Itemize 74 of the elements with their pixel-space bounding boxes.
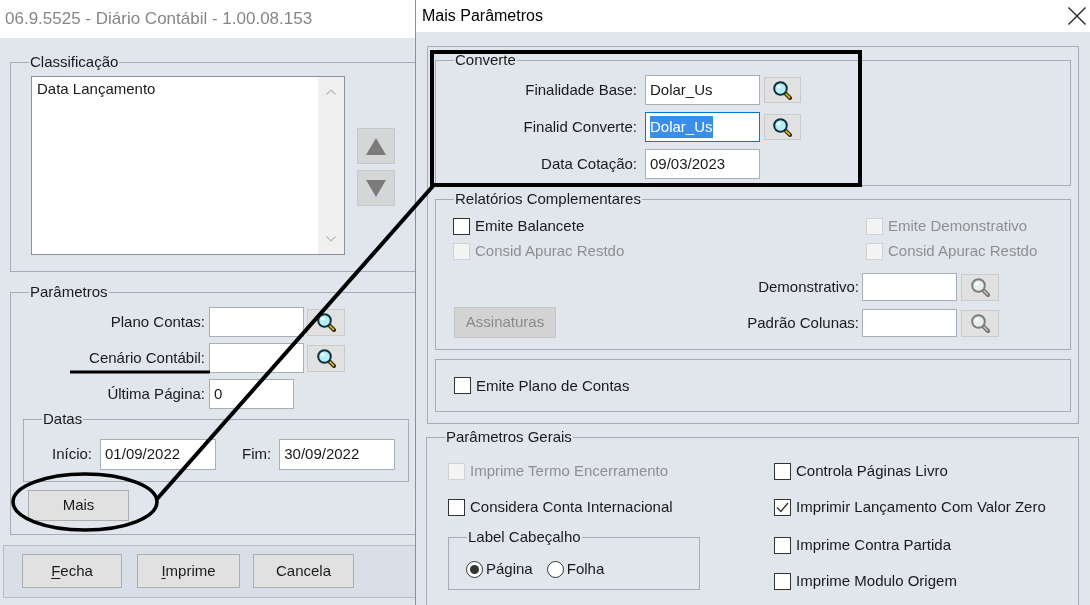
checkbox[interactable]	[774, 498, 791, 516]
field-label: Última Página:	[107, 383, 205, 404]
dialog-button[interactable]: Fecha	[22, 554, 122, 588]
group-label: Datas	[42, 410, 84, 428]
move-down-button[interactable]	[357, 170, 395, 206]
magnifier-icon	[970, 313, 990, 333]
magnifier-icon	[970, 277, 990, 297]
search-button[interactable]	[764, 114, 801, 140]
field-label: Plano Contas:	[110, 311, 205, 332]
checkbox-label: Emite Plano de Contas	[476, 376, 630, 395]
radio-label: Página	[486, 560, 533, 578]
checkbox[interactable]	[453, 217, 470, 235]
checkbox[interactable]	[448, 498, 465, 516]
close-icon	[1068, 7, 1086, 25]
window-title: 06.9.5525 - Diário Contábil - 1.00.08.153	[5, 8, 313, 31]
magnifier-icon	[316, 348, 336, 368]
triangle-up-icon	[366, 137, 386, 155]
checkbox-label: Imprime Termo Encerramento	[470, 462, 669, 480]
radio-button[interactable]	[466, 560, 483, 578]
checkbox[interactable]	[454, 377, 471, 394]
field-label: Finalidade Base:	[525, 79, 637, 100]
scrollbar[interactable]	[318, 77, 344, 254]
text-field[interactable]	[862, 273, 957, 301]
checkbox-label: Controla Páginas Livro	[796, 462, 948, 480]
text-field[interactable]	[862, 309, 957, 337]
group-label: Relatórios Complementares	[454, 190, 642, 208]
radio-button[interactable]	[546, 560, 564, 578]
text-field[interactable]: 01/09/2022	[100, 439, 217, 470]
text-field[interactable]: 30/09/2022	[279, 439, 396, 470]
group-label: Parâmetros Gerais	[445, 428, 573, 446]
more-button[interactable]: Mais	[28, 490, 129, 521]
checkbox-label: Imprimir Lançamento Com Valor Zero	[796, 498, 1046, 516]
checkbox-label: Imprime Contra Partida	[796, 536, 952, 554]
checkbox-label: Imprime Modulo Origem	[796, 572, 957, 590]
radio-label: Folha	[566, 560, 605, 578]
text-field[interactable]	[209, 343, 304, 373]
checkbox-label: Consid Apurac Restdo	[475, 242, 625, 260]
checkbox[interactable]	[774, 462, 791, 480]
chevron-down-icon	[326, 236, 336, 242]
field-label: Início:	[52, 444, 93, 465]
checkbox[interactable]	[774, 536, 791, 554]
search-button[interactable]	[307, 344, 345, 372]
text-field[interactable]: 0	[209, 379, 294, 409]
field-label: Padrão Colunas:	[747, 312, 859, 333]
checkbox-label: Considera Conta Internacional	[470, 498, 673, 516]
field-label: Demonstrativo:	[758, 276, 859, 297]
dialog-button[interactable]: Imprime	[137, 554, 240, 588]
group-label: Classificação	[29, 53, 120, 71]
chevron-up-icon	[326, 89, 336, 95]
triangle-down-icon	[366, 179, 386, 197]
checkbox-label: Consid Apurac Restdo	[888, 242, 1038, 260]
group-label: Parâmetros	[29, 283, 109, 301]
search-button[interactable]	[764, 77, 801, 103]
checkmark-icon	[776, 501, 789, 513]
field-label: Fim:	[242, 444, 272, 465]
checkbox-label: Emite Demonstrativo	[888, 217, 1028, 235]
field-label: Finalid Converte:	[523, 116, 637, 137]
group-label: Converte	[454, 51, 517, 69]
list-item[interactable]: Data Lançamento	[37, 79, 318, 99]
dialog-button[interactable]: Cancela	[253, 554, 354, 588]
group-label: Label Cabeçalho	[467, 528, 582, 546]
checkbox[interactable]	[774, 572, 791, 590]
text-field[interactable]: Dolar_Us	[645, 75, 760, 105]
magnifier-icon	[773, 117, 792, 137]
field-label: Cenário Contábil:	[89, 347, 205, 368]
field-label: Data Cotação:	[541, 153, 637, 174]
magnifier-icon	[773, 80, 792, 100]
close-button[interactable]	[1066, 5, 1088, 27]
window-title: Mais Parâmetros	[422, 6, 543, 26]
checkbox-label: Emite Balancete	[475, 217, 585, 235]
magnifier-icon	[316, 312, 336, 332]
text-field[interactable]: 09/03/2023	[645, 149, 760, 179]
text-field[interactable]	[209, 307, 304, 337]
move-up-button[interactable]	[357, 128, 395, 164]
